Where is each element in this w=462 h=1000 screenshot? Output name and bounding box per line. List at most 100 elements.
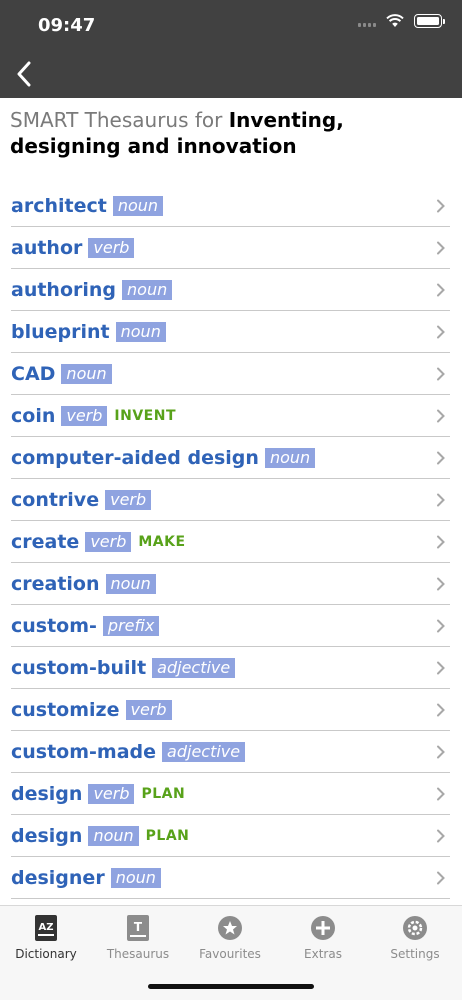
list-item[interactable]: computer-aided design noun: [0, 437, 462, 479]
list-item[interactable]: authoring noun: [0, 269, 462, 311]
part-of-speech-badge: prefix: [102, 616, 160, 636]
chevron-right-icon: [437, 451, 445, 465]
chevron-right-icon: [437, 283, 445, 297]
entry-word: coin: [11, 405, 56, 427]
guide-word: MAKE: [138, 534, 186, 550]
thesaurus-icon: T: [124, 914, 152, 942]
list-item[interactable]: CAD noun: [0, 353, 462, 395]
part-of-speech-badge: noun: [61, 364, 112, 384]
list-item[interactable]: custom-prefix: [0, 605, 462, 647]
part-of-speech-badge: noun: [264, 448, 316, 468]
battery-icon: [414, 14, 445, 28]
tab-favourites[interactable]: Favourites: [184, 914, 276, 961]
list-item[interactable]: creation noun: [0, 563, 462, 605]
wifi-icon: [386, 14, 404, 27]
guide-word: PLAN: [145, 828, 190, 844]
chevron-right-icon: [437, 493, 445, 507]
tab-label: Thesaurus: [106, 947, 170, 961]
chevron-right-icon: [437, 661, 445, 675]
entry-word: custom-made: [11, 741, 157, 763]
tab-label: Settings: [390, 947, 440, 961]
list-item[interactable]: design noun PLAN: [0, 815, 462, 857]
chevron-right-icon: [437, 241, 445, 255]
top-bar: 09:47: [0, 0, 462, 98]
entry-word: custom-built: [11, 657, 147, 679]
svg-text:T: T: [134, 920, 143, 934]
entry-word: blueprint: [11, 321, 110, 343]
chevron-right-icon: [437, 577, 445, 591]
tab-thesaurus[interactable]: T Thesaurus: [92, 914, 184, 961]
part-of-speech-badge: noun: [105, 574, 156, 594]
chevron-left-icon: [17, 61, 31, 87]
chevron-right-icon: [437, 367, 445, 381]
entry-word: custom-: [11, 615, 97, 637]
cellular-signal-icon: [358, 15, 376, 27]
part-of-speech-badge: noun: [88, 826, 139, 846]
entry-word: author: [11, 237, 83, 259]
gear-icon: [401, 914, 429, 942]
chevron-right-icon: [437, 787, 445, 801]
part-of-speech-badge: verb: [85, 532, 132, 552]
dictionary-icon: AZ: [32, 914, 60, 942]
part-of-speech-badge: noun: [112, 196, 164, 216]
chevron-right-icon: [437, 703, 445, 717]
tab-dictionary[interactable]: AZ Dictionary: [0, 914, 92, 961]
chevron-right-icon: [437, 745, 445, 759]
list-item[interactable]: author verb: [0, 227, 462, 269]
svg-text:AZ: AZ: [39, 922, 54, 933]
part-of-speech-badge: verb: [88, 238, 135, 258]
tab-extras[interactable]: Extras: [277, 914, 369, 961]
tab-label: Favourites: [199, 947, 261, 961]
chevron-right-icon: [437, 535, 445, 549]
title-prefix: SMART Thesaurus for: [10, 108, 229, 132]
entry-word: designer: [11, 867, 105, 889]
back-button[interactable]: [8, 56, 40, 92]
entry-word: contrive: [11, 489, 100, 511]
list-item[interactable]: designer noun: [0, 857, 462, 899]
part-of-speech-badge: noun: [115, 322, 166, 342]
chevron-right-icon: [437, 619, 445, 633]
list-item[interactable]: blueprint noun: [0, 311, 462, 353]
list-item[interactable]: design verb PLAN: [0, 773, 462, 815]
entry-word: design: [11, 783, 83, 805]
guide-word: INVENT: [114, 408, 176, 424]
entry-word: computer-aided design: [11, 447, 259, 469]
tab-settings[interactable]: Settings: [369, 914, 461, 961]
chevron-right-icon: [437, 829, 445, 843]
plus-icon: [309, 914, 337, 942]
entry-list: architect noun author verb authoring noun blue…: [0, 185, 462, 899]
part-of-speech-badge: noun: [110, 868, 161, 888]
star-icon: [216, 914, 244, 942]
page-title: SMART Thesaurus for Inventing, designing…: [10, 107, 450, 159]
entry-word: create: [11, 531, 80, 553]
tab-label: Dictionary: [15, 947, 77, 961]
list-item[interactable]: custom-made adjective: [0, 731, 462, 773]
part-of-speech-badge: adjective: [152, 658, 236, 678]
chevron-right-icon: [437, 325, 445, 339]
entry-word: architect: [11, 195, 107, 217]
list-item[interactable]: contrive verb: [0, 479, 462, 521]
guide-word: PLAN: [141, 786, 186, 802]
list-item[interactable]: custom-built adjective: [0, 647, 462, 689]
part-of-speech-badge: adjective: [162, 742, 246, 762]
status-icons: [358, 14, 445, 28]
chevron-right-icon: [437, 199, 445, 213]
entry-word: authoring: [11, 279, 117, 301]
part-of-speech-badge: verb: [88, 784, 135, 804]
status-time: 09:47: [38, 15, 96, 36]
home-indicator: [148, 984, 314, 989]
part-of-speech-badge: verb: [105, 490, 152, 510]
list-item[interactable]: customize verb: [0, 689, 462, 731]
entry-word: creation: [11, 573, 100, 595]
part-of-speech-badge: verb: [125, 700, 172, 720]
list-item[interactable]: architect noun: [0, 185, 462, 227]
entry-word: CAD: [11, 363, 56, 385]
list-item[interactable]: create verb MAKE: [0, 521, 462, 563]
tab-label: Extras: [304, 947, 342, 961]
part-of-speech-badge: noun: [122, 280, 173, 300]
list-item[interactable]: coin verb INVENT: [0, 395, 462, 437]
entry-word: design: [11, 825, 83, 847]
entry-word: customize: [11, 699, 120, 721]
chevron-right-icon: [437, 409, 445, 423]
chevron-right-icon: [437, 871, 445, 885]
